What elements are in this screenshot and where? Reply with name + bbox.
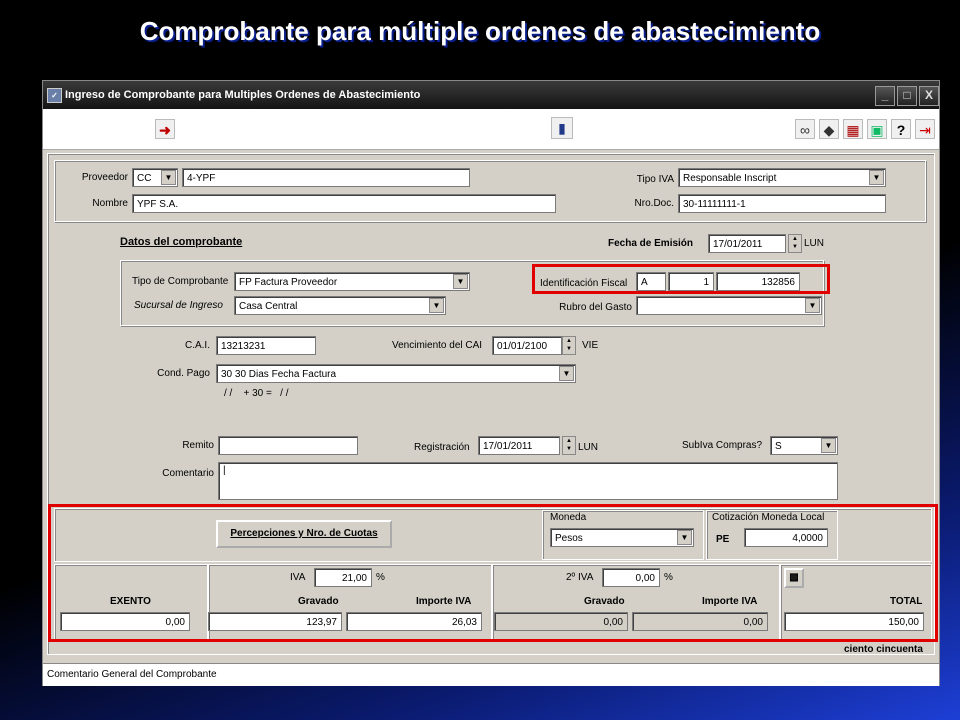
cai-label: C.A.I. xyxy=(184,340,210,351)
app-window: ✓ Ingreso de Comprobante para Multiples … xyxy=(42,80,940,686)
subiva-label: SubIva Compras? xyxy=(682,440,763,451)
window-title: Ingreso de Comprobante para Multiples Or… xyxy=(65,89,421,101)
vencimiento-cai-dia: VIE xyxy=(582,340,599,351)
fecha-emision-label: Fecha de Emisión xyxy=(608,238,694,249)
remito-input[interactable] xyxy=(218,436,358,455)
chevron-down-icon[interactable]: ▼ xyxy=(805,298,820,313)
sucursal-label: Sucursal de Ingreso xyxy=(134,300,223,311)
rubro-gasto-label: Rubro del Gasto xyxy=(559,302,632,313)
form-panel: Proveedor CC ▼ 4-YPF Nombre YPF S.A. Tipo… xyxy=(47,153,938,655)
vencimiento-cai-input[interactable]: 01/01/2100 xyxy=(492,336,562,355)
nombre-label: Nombre xyxy=(92,198,128,209)
arrow-right-icon[interactable]: ➜ xyxy=(155,119,175,139)
tipo-comprobante-label: Tipo de Comprobante xyxy=(132,276,229,287)
proveedor-tipo-select[interactable]: CC ▼ xyxy=(132,168,178,187)
cond-pago-select[interactable]: 30 30 Dias Fecha Factura ▼ xyxy=(216,364,576,383)
registracion-input[interactable]: 17/01/2011 xyxy=(478,436,560,455)
nombre-input[interactable]: YPF S.A. xyxy=(132,194,556,213)
fecha-emision-spinner[interactable]: ▲ ▼ xyxy=(788,234,802,253)
rubro-gasto-select[interactable]: ▼ xyxy=(636,296,822,315)
help-icon[interactable]: ? xyxy=(891,119,911,139)
remito-label: Remito xyxy=(182,440,214,451)
chevron-down-icon[interactable]: ▼ xyxy=(161,170,176,185)
proveedor-codigo-input[interactable]: 4-YPF xyxy=(182,168,470,187)
comentario-textarea[interactable]: | xyxy=(218,462,838,500)
status-bar: Comentario General del Comprobante xyxy=(43,663,939,686)
maximize-button[interactable]: □ xyxy=(897,86,917,106)
chevron-down-icon[interactable]: ▼ xyxy=(429,298,444,313)
proveedor-label: Proveedor xyxy=(81,172,128,183)
window-titlebar: ✓ Ingreso de Comprobante para Multiples … xyxy=(43,81,939,109)
tipo-comprobante-select[interactable]: FP Factura Proveedor ▼ xyxy=(234,272,470,291)
tag-icon[interactable]: ◆ xyxy=(819,119,839,139)
subiva-select[interactable]: S ▼ xyxy=(770,436,838,455)
tipo-iva-select[interactable]: Responsable Inscript ▼ xyxy=(678,168,886,187)
tipo-iva-label: Tipo IVA xyxy=(636,174,674,185)
calculator-icon[interactable]: ▦ xyxy=(843,119,863,139)
binoculars-icon[interactable]: ∞ xyxy=(795,119,815,139)
registracion-dia: LUN xyxy=(578,442,599,453)
chevron-down-icon[interactable]: ▼ xyxy=(559,366,574,381)
total-en-letras: ciento cincuenta xyxy=(844,644,923,655)
id-fiscal-highlight xyxy=(532,264,830,294)
cai-input[interactable]: 13213231 xyxy=(216,336,316,355)
minimize-button[interactable]: _ xyxy=(875,86,895,106)
exit-icon[interactable]: ⇥ xyxy=(915,119,935,139)
cond-pago-detalle: / / + 30 = / / xyxy=(224,388,289,399)
chevron-down-icon[interactable]: ▼ xyxy=(821,438,836,453)
comentario-general-label: Comentario General del Comprobante xyxy=(47,669,217,680)
totales-highlight xyxy=(48,504,938,642)
save-icon[interactable]: ▮ xyxy=(551,117,573,139)
vencimiento-cai-spinner[interactable]: ▲ ▼ xyxy=(562,336,576,355)
registracion-label: Registración xyxy=(414,442,470,453)
comentario-label: Comentario xyxy=(162,468,214,479)
fecha-emision-dia: LUN xyxy=(804,238,825,249)
slide-title: Comprobante para múltiple ordenes de aba… xyxy=(139,16,821,46)
app-icon: ✓ xyxy=(47,88,62,103)
sucursal-select[interactable]: Casa Central ▼ xyxy=(234,296,446,315)
cond-pago-label: Cond. Pago xyxy=(157,368,210,379)
vencimiento-cai-label: Vencimiento del CAI xyxy=(392,340,483,351)
nro-doc-label: Nro.Doc. xyxy=(634,198,674,209)
datos-comprobante-title: Datos del comprobante xyxy=(120,236,243,248)
toolbar: ➜ ▮ ∞ ◆ ▦ ▣ ? ⇥ xyxy=(43,109,939,150)
chevron-down-icon[interactable]: ▼ xyxy=(453,274,468,289)
close-button[interactable]: X xyxy=(919,86,939,106)
chevron-down-icon[interactable]: ▼ xyxy=(869,170,884,185)
nro-doc-input[interactable]: 30-11111111-1 xyxy=(678,194,886,213)
registracion-spinner[interactable]: ▲ ▼ xyxy=(562,436,576,455)
monitor-icon[interactable]: ▣ xyxy=(867,119,887,139)
fecha-emision-input[interactable]: 17/01/2011 xyxy=(708,234,786,253)
